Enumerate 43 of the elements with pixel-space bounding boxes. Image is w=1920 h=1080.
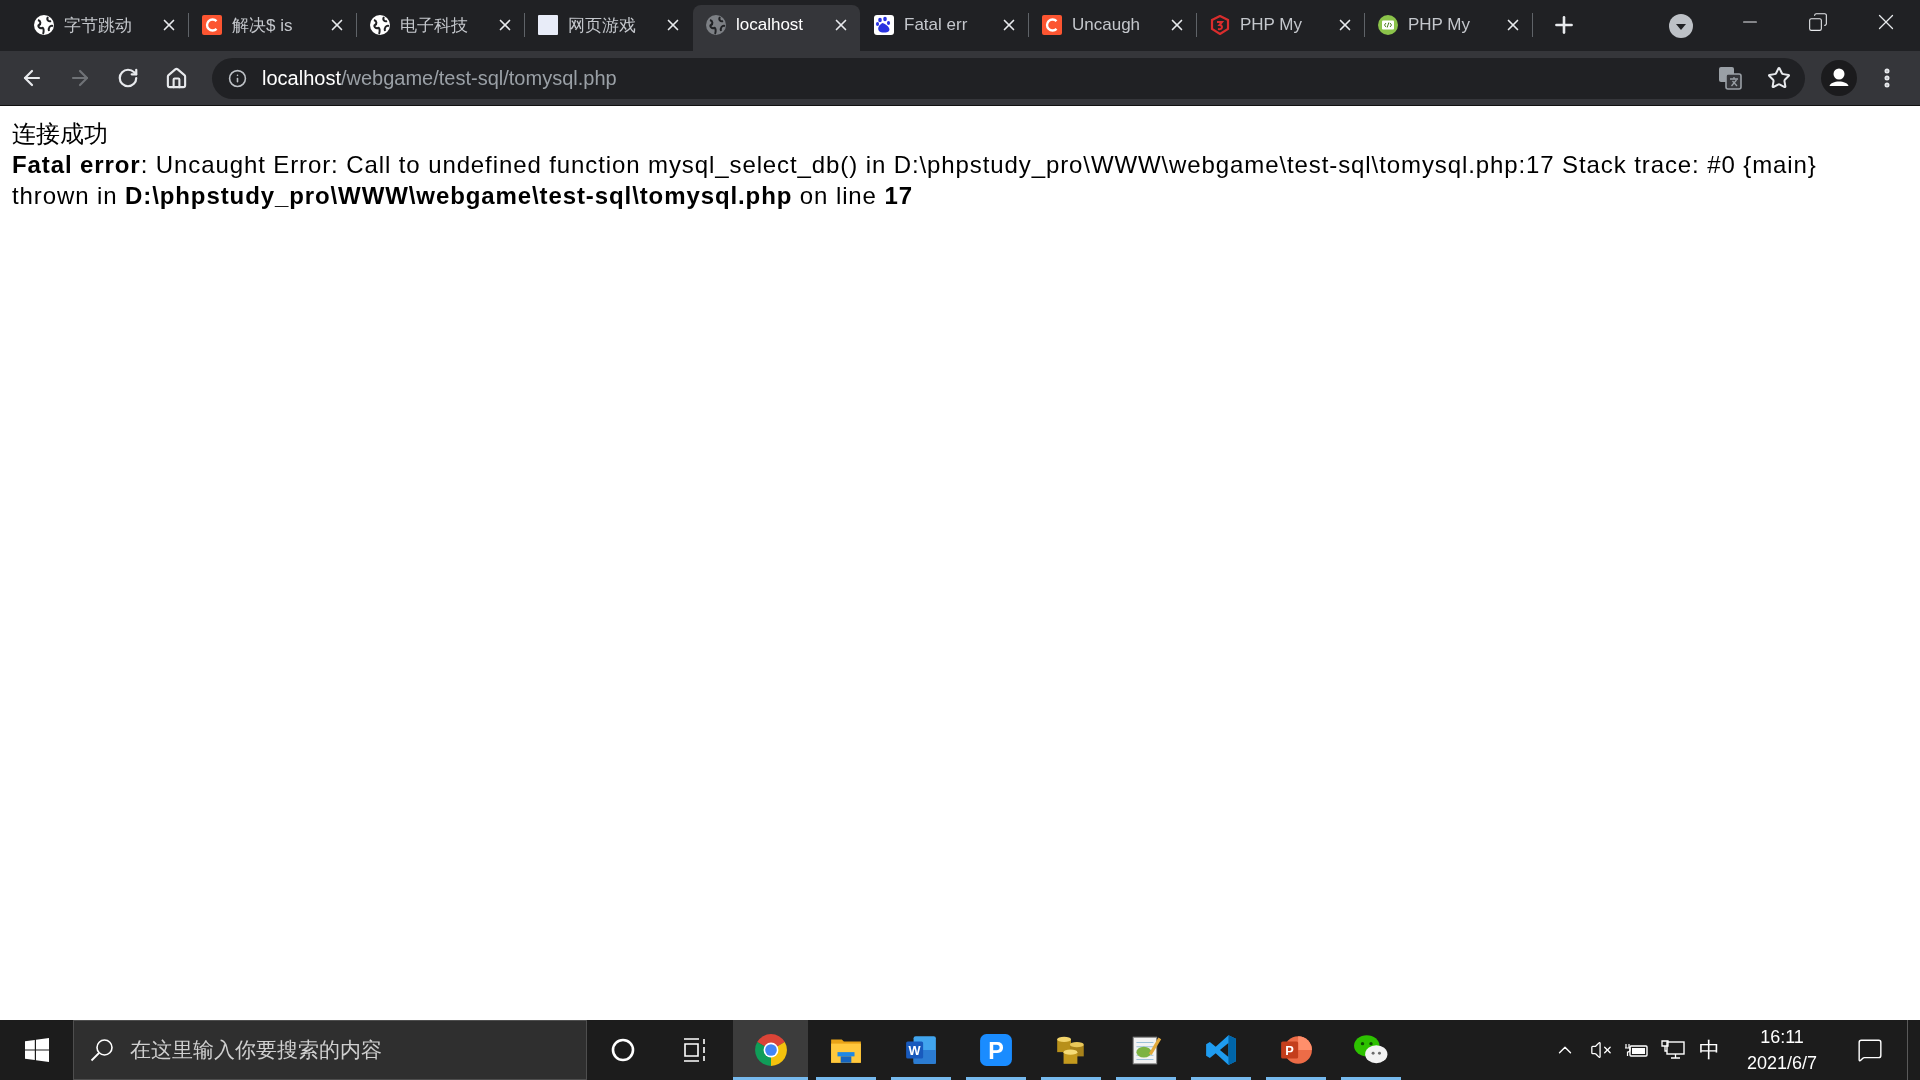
browser-tab[interactable]: Fatal err — [861, 5, 1028, 51]
search-field[interactable]: 在这里输入你要搜索的内容 — [73, 1020, 587, 1080]
windows-logo-icon[interactable] — [24, 1038, 49, 1062]
network-monitor-icon[interactable] — [1661, 1039, 1685, 1061]
browser-tab[interactable]: PHP My — [1197, 5, 1364, 51]
profile-avatar-icon[interactable] — [1821, 60, 1857, 96]
task-view-icon[interactable] — [682, 1038, 708, 1062]
c-logo-icon — [202, 15, 222, 35]
url-text: localhost/webgame/test-sql/tomysql.php — [262, 66, 617, 90]
c-logo-icon — [1042, 15, 1062, 35]
browser-tab[interactable]: 解决$ is — [189, 5, 356, 51]
globe-icon — [34, 15, 54, 35]
input-method-indicator[interactable]: 中 — [1691, 1036, 1727, 1064]
globe-icon — [706, 15, 726, 35]
restore-icon[interactable] — [1808, 11, 1828, 32]
info-icon[interactable] — [228, 68, 247, 88]
code-editor-icon[interactable] — [1203, 1033, 1238, 1067]
paw-icon — [874, 15, 894, 35]
status-message: 连接成功 — [12, 119, 108, 149]
browser-tab[interactable]: 字节跳动 — [21, 5, 188, 51]
browser-tab[interactable]: PHP My — [1365, 5, 1532, 51]
globe-icon — [370, 15, 390, 35]
ring-icon[interactable] — [611, 1038, 635, 1062]
blank-page-icon — [538, 15, 558, 35]
speaker-muted-icon[interactable] — [1590, 1039, 1612, 1061]
bookmark-star-icon[interactable] — [1767, 66, 1791, 90]
browser-tab[interactable]: 网页游戏 — [525, 5, 692, 51]
hexagon-logo-icon — [1210, 15, 1230, 35]
translate-icon[interactable] — [1718, 66, 1742, 90]
browser-tab[interactable]: 电子科技 — [357, 5, 524, 51]
taskbar-app-button[interactable] — [733, 1020, 808, 1080]
clock-button[interactable]: 16:11 2021/6/7 — [1739, 1024, 1825, 1076]
home-icon[interactable] — [164, 66, 188, 90]
code-icon — [1378, 15, 1398, 35]
browser-tab[interactable]: localhost — [693, 5, 860, 51]
search-icon — [90, 1038, 114, 1062]
notification-icon[interactable] — [1857, 1037, 1883, 1063]
tab-search-icon[interactable] — [1669, 13, 1693, 38]
browser-tab[interactable]: Uncaugh — [1029, 5, 1196, 51]
error-message: Fatal error: Uncaught Error: Call to undefined function mysql_select_db() in D:\phpstudy_pro\WWW\webgame\test-sql\tomysql.php:17 Stack trace: #0 {main} thrown in D:\phpstudy_pro\WWW\webgame\test-sql\tomysql.php on line 17 — [12, 150, 1818, 211]
browser-icon[interactable] — [753, 1033, 788, 1067]
reload-icon[interactable] — [117, 67, 139, 89]
address-bar[interactable]: localhost/webgame/test-sql/tomysql.php — [212, 57, 1805, 99]
